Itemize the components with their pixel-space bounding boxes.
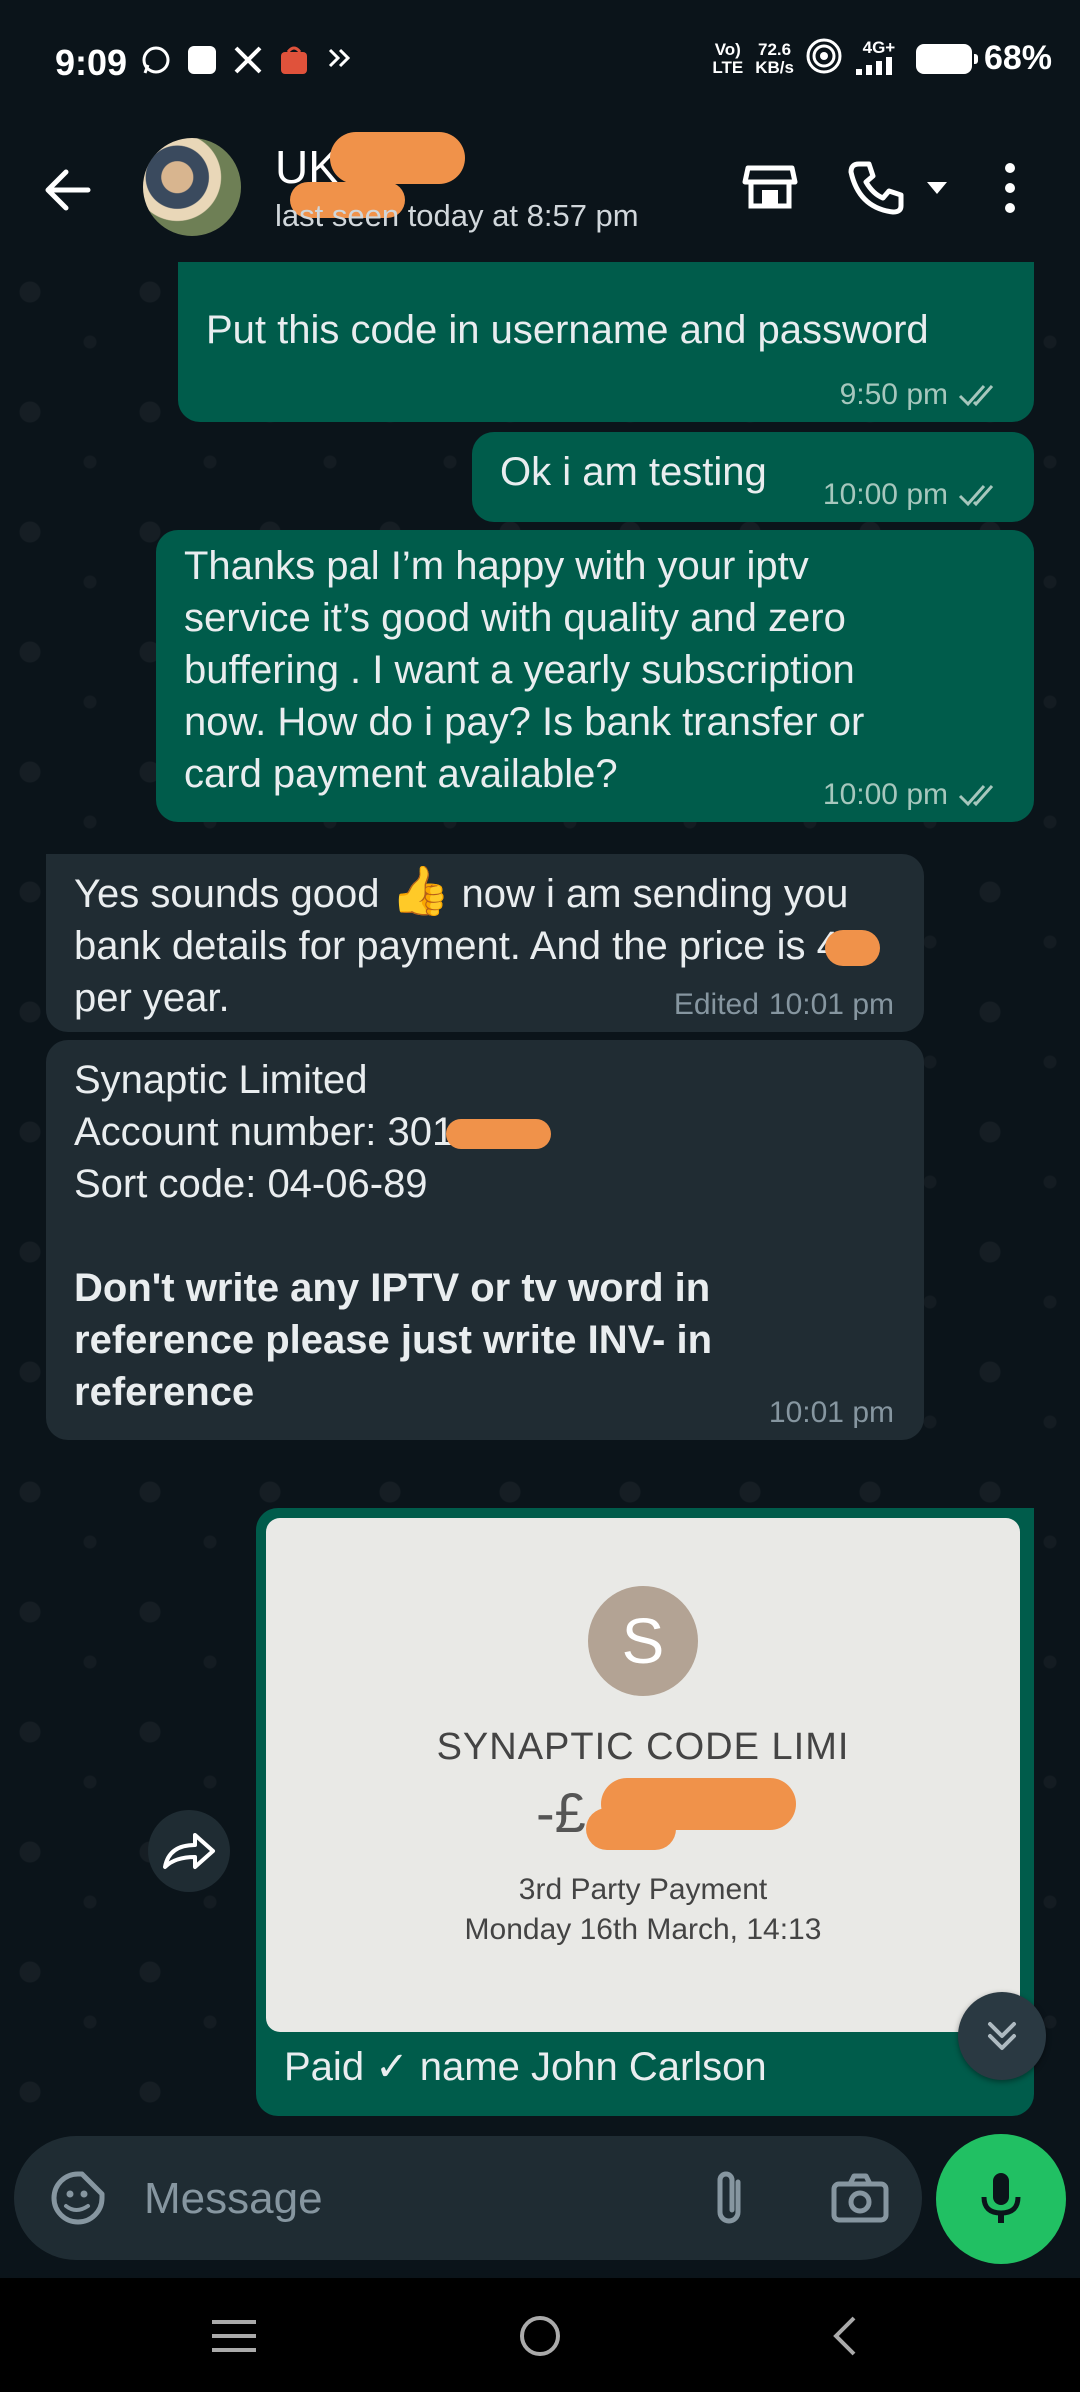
battery-icon: [915, 43, 978, 74]
message-bubble-incoming[interactable]: Yes sounds good 👍 now i am sending you b…: [46, 854, 924, 1032]
x-icon: [232, 44, 264, 76]
forward-icon[interactable]: [148, 1810, 230, 1892]
message-composer[interactable]: Message: [14, 2136, 922, 2260]
phone-call-icon[interactable]: [845, 158, 905, 218]
message-text: Thanks pal I’m happy with your iptv serv…: [184, 544, 865, 796]
reference-note: Don't write any IPTV or tv word in refer…: [74, 1266, 713, 1414]
back-arrow-icon[interactable]: [38, 160, 98, 220]
sticker-icon[interactable]: [48, 2168, 108, 2233]
redaction-mark: [824, 930, 880, 967]
shopping-app-icon: [278, 44, 310, 76]
message-time: 9:50 pm: [839, 378, 948, 411]
notification-icons: [140, 44, 356, 76]
microphone-icon[interactable]: [936, 2134, 1066, 2264]
status-bar: 9:09 Vo) LTE 72.6 KB/s 4G+ 68%: [0, 0, 1080, 130]
payment-date: Monday 16th March, 14:13: [464, 1913, 822, 1946]
attach-icon[interactable]: [704, 2166, 754, 2235]
whatsapp-icon: [140, 44, 172, 76]
image-caption: Paid ✓ name John Carlson: [284, 2045, 767, 2089]
message-meta: 10:00 pm: [823, 478, 1004, 512]
message-text: Ok i am testing: [500, 450, 767, 494]
hotspot-icon: [806, 38, 842, 79]
sort-code: Sort code: 04-06-89: [74, 1162, 428, 1206]
message-bubble-outgoing[interactable]: Put this code in username and password 9…: [178, 262, 1034, 422]
message-meta: 10:00 pm: [823, 778, 1004, 812]
merchant-avatar: S: [588, 1586, 698, 1696]
redaction-mark: [586, 1808, 676, 1850]
message-bubble-outgoing[interactable]: Thanks pal I’m happy with your iptv serv…: [156, 530, 1034, 822]
system-navigation-bar: [0, 2278, 1080, 2392]
message-meta: Edited 10:01 pm: [674, 988, 894, 1022]
message-time: 10:00 pm: [822, 478, 948, 511]
thumbs-up-emoji: 👍: [390, 865, 451, 918]
edited-label: Edited: [673, 988, 759, 1021]
recent-apps-icon[interactable]: [212, 2316, 256, 2361]
avatar[interactable]: [143, 138, 241, 236]
scroll-to-bottom-icon[interactable]: [958, 1992, 1046, 2080]
message-bubble-incoming[interactable]: Synaptic Limited Account number: 301 Sor…: [46, 1040, 924, 1440]
more-options-icon[interactable]: [990, 158, 1030, 218]
message-time: 10:01 pm: [768, 1396, 894, 1429]
payment-amount: -£: [536, 1781, 586, 1844]
message-input[interactable]: Message: [144, 2174, 323, 2224]
message-meta: 10:01 pm: [769, 1396, 894, 1430]
redaction-mark: [446, 1119, 552, 1150]
image-message-outgoing[interactable]: S SYNAPTIC CODE LIMI -£ 3rd Party Paymen…: [256, 1508, 1034, 2116]
last-seen-status: last seen today at 8:57 pm: [275, 198, 639, 233]
hbl-icon: [324, 44, 356, 76]
message-text: Synaptic Limited Account number: 301 Sor…: [74, 1054, 814, 1418]
chat-area[interactable]: Put this code in username and password 9…: [0, 262, 1080, 2132]
payment-type: 3rd Party Payment: [518, 1873, 768, 1906]
message-time: 10:00 pm: [822, 778, 948, 811]
status-right: Vo) LTE 72.6 KB/s 4G+ 68%: [712, 38, 1052, 79]
status-time: 9:09: [55, 42, 128, 83]
double-check-icon: [958, 485, 994, 507]
chat-header: UK last seen today at 8:57 pm: [0, 130, 1080, 262]
account-number: Account number: 301: [74, 1106, 814, 1158]
store-icon[interactable]: [740, 158, 800, 218]
message-meta: 9:50 pm: [840, 378, 1004, 412]
redaction-mark: [330, 132, 465, 184]
double-check-icon: [958, 385, 994, 407]
square-app-icon: [186, 44, 218, 76]
signal-icon: 4G+: [854, 38, 904, 79]
battery-percent: 68%: [983, 39, 1052, 77]
double-check-icon: [958, 785, 994, 807]
payment-screenshot[interactable]: S SYNAPTIC CODE LIMI -£ 3rd Party Paymen…: [266, 1518, 1020, 2032]
bank-name: Synaptic Limited: [74, 1058, 368, 1102]
message-time: 10:01 pm: [768, 988, 894, 1021]
back-nav-icon[interactable]: [828, 2314, 860, 2363]
message-bubble-outgoing[interactable]: Ok i am testing 10:00 pm: [472, 432, 1034, 522]
network-speed: 72.6 KB/s: [755, 39, 794, 77]
call-dropdown-icon[interactable]: [922, 158, 982, 218]
camera-icon[interactable]: [830, 2168, 890, 2233]
merchant-name: SYNAPTIC CODE LIMI: [436, 1726, 850, 1768]
volte-indicator: Vo) LTE: [712, 39, 744, 77]
message-text: Put this code in username and password: [206, 308, 929, 352]
home-icon[interactable]: [518, 2314, 562, 2363]
